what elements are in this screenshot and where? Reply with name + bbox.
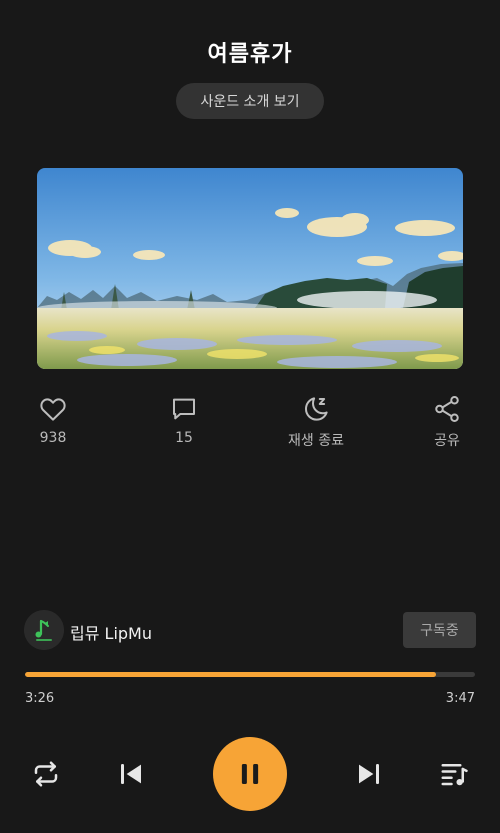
album-artwork — [37, 168, 463, 369]
heart-icon — [40, 398, 66, 421]
progress-fill — [25, 672, 436, 677]
moon-icon — [305, 397, 328, 421]
artist-row: 립뮤 LipMu 구독중 — [24, 610, 476, 650]
like-count: 938 — [39, 430, 67, 446]
share-label: 공유 — [434, 433, 460, 449]
share-button[interactable]: 공유 — [402, 394, 492, 450]
sound-intro-button[interactable]: 사운드 소개 보기 — [176, 83, 324, 119]
subscribe-button[interactable]: 구독중 — [403, 612, 476, 648]
like-button[interactable]: 938 — [8, 394, 98, 446]
comment-count: 15 — [175, 430, 193, 446]
skip-previous-icon[interactable] — [116, 759, 146, 789]
artist-avatar[interactable] — [24, 610, 64, 650]
repeat-icon[interactable] — [31, 759, 61, 789]
action-bar: 938 15 재생 종료 공유 — [0, 394, 500, 454]
share-icon — [435, 396, 459, 422]
comment-icon — [173, 398, 195, 420]
total-time: 3:47 — [445, 691, 475, 706]
skip-next-icon[interactable] — [354, 759, 384, 789]
page-title: 여름휴가 — [207, 42, 293, 67]
sleep-timer-label: 재생 종료 — [288, 433, 344, 449]
pause-button[interactable] — [213, 737, 287, 811]
sleep-timer-button[interactable]: 재생 종료 — [271, 394, 361, 450]
progress-bar[interactable] — [25, 672, 475, 677]
current-time: 3:26 — [25, 691, 55, 706]
comment-button[interactable]: 15 — [139, 394, 229, 446]
playlist-icon[interactable] — [439, 759, 469, 789]
artist-name[interactable]: 립뮤 LipMu — [70, 620, 152, 644]
pause-icon — [241, 764, 259, 784]
playback-controls — [0, 737, 500, 811]
